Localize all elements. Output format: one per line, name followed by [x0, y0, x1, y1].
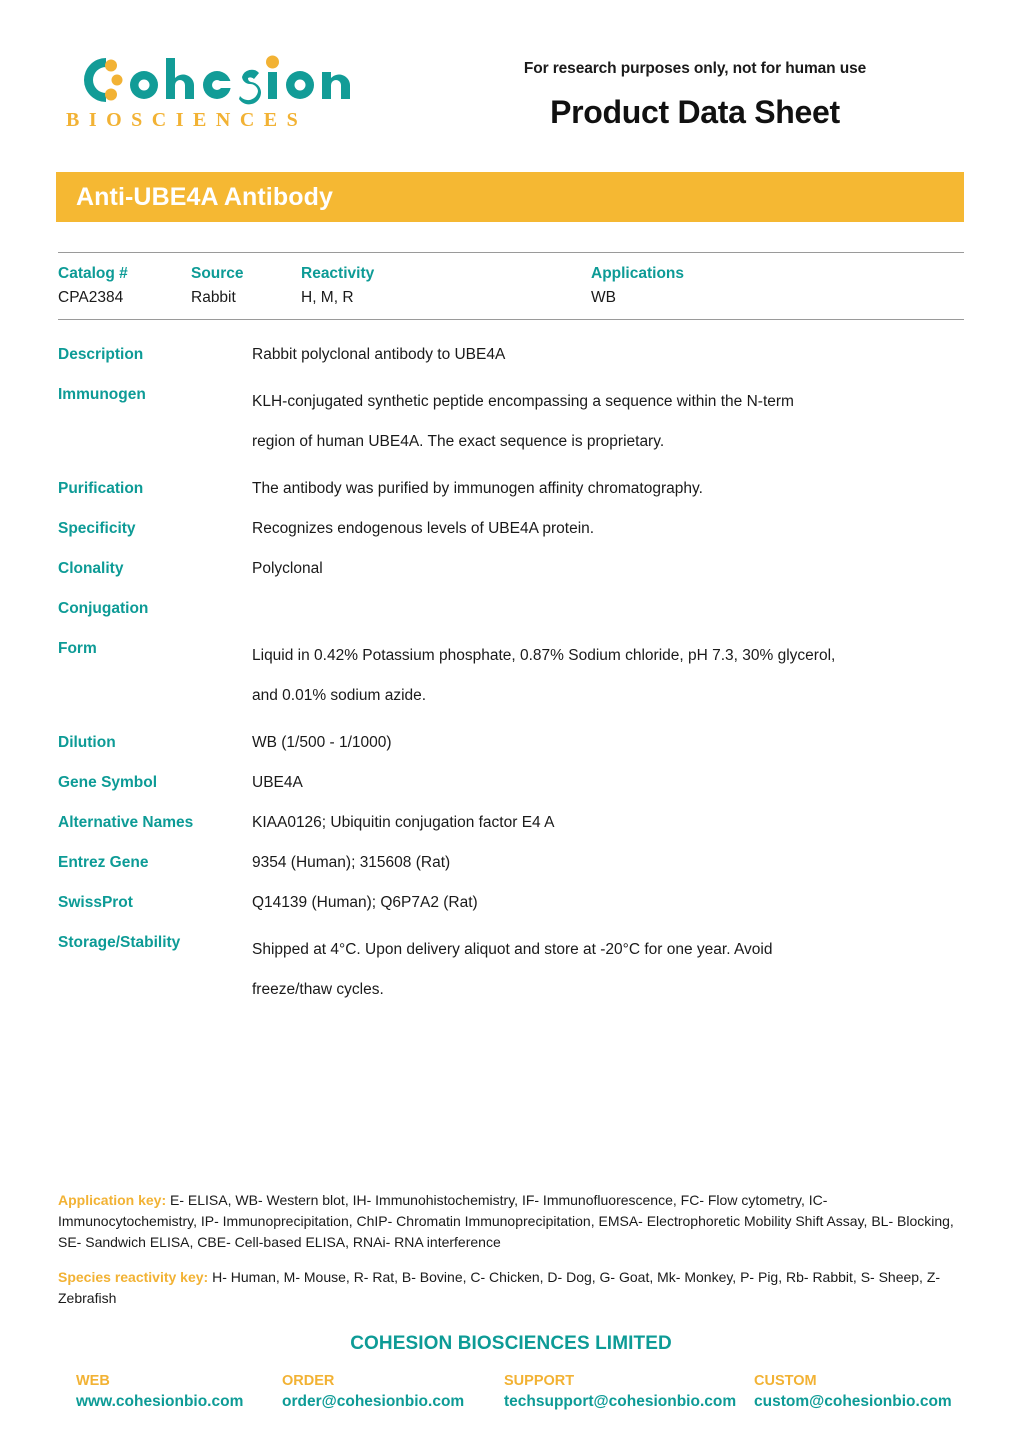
detail-row-purification: Purification The antibody was purified b…	[58, 476, 964, 502]
species-reactivity-key-label: Species reactivity key:	[58, 1269, 209, 1285]
page-footer: Application key: E- ELISA, WB- Western b…	[58, 1176, 964, 1411]
detail-label: Specificity	[58, 520, 136, 537]
detail-value: Polyclonal	[252, 560, 323, 577]
column-header-catalog: Catalog #	[58, 265, 128, 282]
detail-row-immunogen: Immunogen KLH-conjugated synthetic pepti…	[58, 382, 964, 462]
detail-row-form: Form Liquid in 0.42% Potassium phosphate…	[58, 636, 964, 716]
detail-row-clonality: Clonality Polyclonal	[58, 556, 964, 582]
column-header-reactivity: Reactivity	[301, 265, 375, 282]
cell-catalog-number: CPA2384	[58, 289, 124, 306]
contact-row: WEB www.cohesionbio.com ORDER order@cohe…	[58, 1373, 964, 1411]
application-key-paragraph: Application key: E- ELISA, WB- Western b…	[58, 1190, 964, 1253]
detail-row-gene-symbol: Gene Symbol UBE4A	[58, 770, 964, 796]
detail-row-description: Description Rabbit polyclonal antibody t…	[58, 342, 964, 368]
logo-wordmark	[62, 52, 352, 108]
detail-label: Purification	[58, 480, 144, 497]
detail-row-entrez-gene: Entrez Gene 9354 (Human); 315608 (Rat)	[58, 850, 964, 876]
application-key-text: E- ELISA, WB- Western blot, IH- Immunohi…	[58, 1192, 954, 1250]
cell-source: Rabbit	[191, 289, 236, 306]
contact-order: ORDER order@cohesionbio.com	[282, 1373, 504, 1411]
detail-list: Description Rabbit polyclonal antibody t…	[58, 342, 964, 1024]
contact-web: WEB www.cohesionbio.com	[58, 1373, 282, 1411]
detail-value: Rabbit polyclonal antibody to UBE4A	[252, 346, 506, 363]
detail-value: Q14139 (Human); Q6P7A2 (Rat)	[252, 894, 478, 911]
detail-value: WB (1/500 - 1/1000)	[252, 734, 392, 751]
table-row: CPA2384 Rabbit H, M, R WB	[58, 287, 964, 319]
contact-custom: CUSTOM custom@cohesionbio.com	[754, 1373, 964, 1411]
column-header-applications: Applications	[591, 265, 685, 282]
page-title: Product Data Sheet	[550, 94, 840, 130]
contact-value-order[interactable]: order@cohesionbio.com	[282, 1393, 504, 1411]
species-key-paragraph: Species reactivity key: H- Human, M- Mou…	[58, 1267, 964, 1309]
detail-row-specificity: Specificity Recognizes endogenous levels…	[58, 516, 964, 542]
detail-label: Description	[58, 346, 144, 363]
detail-row-dilution: Dilution WB (1/500 - 1/1000)	[58, 730, 964, 756]
column-header-source: Source	[191, 265, 244, 282]
product-title-banner: Anti-UBE4A Antibody	[56, 172, 964, 222]
detail-label: Dilution	[58, 734, 116, 751]
contact-label: CUSTOM	[754, 1373, 817, 1389]
detail-value: Liquid in 0.42% Potassium phosphate, 0.8…	[252, 647, 836, 704]
table-header-row: Catalog # Source Reactivity Applications	[58, 253, 964, 287]
detail-value: UBE4A	[252, 774, 303, 791]
product-name: Anti-UBE4A Antibody	[76, 182, 333, 211]
detail-label: Immunogen	[58, 386, 146, 403]
contact-support: SUPPORT techsupport@cohesionbio.com	[504, 1373, 754, 1411]
application-key-label: Application key:	[58, 1192, 167, 1208]
detail-value: Recognizes endogenous levels of UBE4A pr…	[252, 520, 595, 537]
contact-value-support[interactable]: techsupport@cohesionbio.com	[504, 1393, 754, 1411]
detail-value: The antibody was purified by immunogen a…	[252, 480, 703, 497]
detail-value: 9354 (Human); 315608 (Rat)	[252, 854, 451, 871]
contact-value-web[interactable]: www.cohesionbio.com	[76, 1393, 282, 1411]
contact-label: WEB	[76, 1373, 110, 1389]
detail-label: SwissProt	[58, 894, 133, 911]
detail-label: Entrez Gene	[58, 854, 149, 871]
product-data-sheet-page: BIOSCIENCES For research purposes only, …	[0, 0, 1020, 1442]
company-logo: BIOSCIENCES	[62, 52, 362, 130]
detail-label: Gene Symbol	[58, 774, 158, 791]
cell-applications: WB	[591, 289, 616, 306]
company-name: COHESION BIOSCIENCES LIMITED	[350, 1333, 672, 1354]
logo-subtitle: BIOSCIENCES	[66, 109, 308, 131]
research-use-note: For research purposes only, not for huma…	[523, 60, 867, 77]
detail-value: KLH-conjugated synthetic peptide encompa…	[252, 393, 794, 450]
detail-label: Alternative Names	[58, 814, 194, 831]
cell-reactivity: H, M, R	[301, 289, 354, 306]
header-titles: For research purposes only, not for huma…	[430, 60, 960, 131]
detail-row-swissprot: SwissProt Q14139 (Human); Q6P7A2 (Rat)	[58, 890, 964, 916]
contact-value-custom[interactable]: custom@cohesionbio.com	[754, 1393, 964, 1411]
detail-row-alternative-names: Alternative Names KIAA0126; Ubiquitin co…	[58, 810, 964, 836]
detail-label: Form	[58, 640, 97, 657]
specification-table: Catalog # Source Reactivity Applications…	[58, 252, 964, 320]
detail-row-storage-stability: Storage/Stability Shipped at 4°C. Upon d…	[58, 930, 964, 1010]
detail-label: Conjugation	[58, 600, 149, 617]
page-header: BIOSCIENCES For research purposes only, …	[0, 0, 1020, 160]
cohesion-logo-icon	[84, 55, 350, 105]
contact-label: SUPPORT	[504, 1373, 575, 1389]
detail-value: Shipped at 4°C. Upon delivery aliquot an…	[252, 941, 773, 998]
contact-label: ORDER	[282, 1373, 335, 1389]
detail-label: Storage/Stability	[58, 934, 181, 951]
detail-row-conjugation: Conjugation	[58, 596, 964, 622]
detail-label: Clonality	[58, 560, 124, 577]
detail-value: KIAA0126; Ubiquitin conjugation factor E…	[252, 814, 555, 831]
